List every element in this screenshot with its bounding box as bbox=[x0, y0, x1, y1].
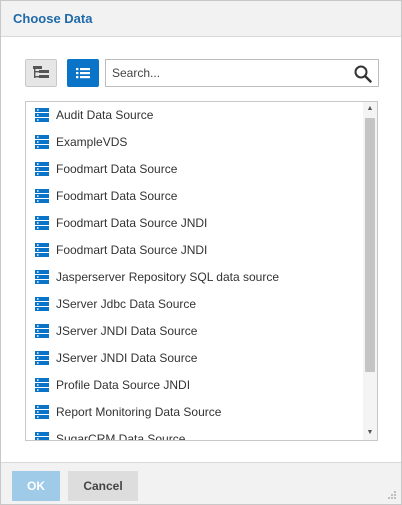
cancel-button[interactable]: Cancel bbox=[68, 471, 138, 501]
data-source-icon bbox=[35, 135, 49, 149]
data-source-icon bbox=[35, 108, 49, 122]
dialog-titlebar[interactable]: Choose Data bbox=[1, 1, 401, 37]
list-item-label: JServer JNDI Data Source bbox=[56, 324, 198, 338]
list-item-label: Audit Data Source bbox=[56, 108, 154, 122]
ok-button[interactable]: OK bbox=[12, 471, 60, 501]
scroll-up-icon[interactable]: ▲ bbox=[363, 102, 377, 116]
list-item-label: JServer Jdbc Data Source bbox=[56, 297, 197, 311]
data-source-icon bbox=[35, 162, 49, 176]
choose-data-dialog: Choose Data Search... Audit Data Source … bbox=[0, 0, 402, 505]
list-item-label: Profile Data Source JNDI bbox=[56, 378, 191, 392]
data-source-icon bbox=[35, 189, 49, 203]
search-box bbox=[105, 59, 379, 87]
data-source-icon bbox=[35, 270, 49, 284]
data-source-icon bbox=[35, 216, 49, 230]
list-item-label: SugarCRM Data Source bbox=[56, 432, 186, 440]
toolbar bbox=[25, 59, 379, 87]
list-item[interactable]: SugarCRM Data Source bbox=[26, 426, 363, 440]
data-source-icon bbox=[35, 405, 49, 419]
data-source-list[interactable]: Audit Data Source ExampleVDS Foodmart Data… bbox=[25, 101, 378, 441]
list-item-label: Report Monitoring Data Source bbox=[56, 405, 222, 419]
list-view-icon bbox=[76, 68, 90, 79]
list-item-label: Foodmart Data Source JNDI bbox=[56, 216, 208, 230]
resize-grip-icon[interactable] bbox=[387, 490, 397, 500]
data-source-icon bbox=[35, 351, 49, 365]
data-source-icon bbox=[35, 378, 49, 392]
list-item-label: Foodmart Data Source bbox=[56, 189, 178, 203]
tree-view-button[interactable] bbox=[25, 59, 57, 87]
magnifier-icon[interactable] bbox=[354, 65, 372, 83]
dialog-footer: OK Cancel bbox=[1, 462, 401, 504]
data-source-items: Audit Data Source ExampleVDS Foodmart Data… bbox=[26, 102, 363, 440]
list-view-button[interactable] bbox=[67, 59, 99, 87]
list-item[interactable]: Foodmart Data Source JNDI bbox=[26, 237, 363, 264]
list-item-label: JServer JNDI Data Source bbox=[56, 351, 198, 365]
list-item[interactable]: Foodmart Data Source JNDI bbox=[26, 210, 363, 237]
list-item[interactable]: Profile Data Source JNDI bbox=[26, 372, 363, 399]
search-input[interactable] bbox=[106, 60, 346, 86]
scrollbar-thumb[interactable] bbox=[365, 118, 375, 372]
scrollbar[interactable]: ▲ ▼ bbox=[363, 102, 377, 440]
dialog-title: Choose Data bbox=[13, 11, 93, 26]
list-item[interactable]: JServer JNDI Data Source bbox=[26, 345, 363, 372]
data-source-icon bbox=[35, 243, 49, 257]
list-item[interactable]: JServer Jdbc Data Source bbox=[26, 291, 363, 318]
scroll-down-icon[interactable]: ▼ bbox=[363, 426, 377, 440]
list-item-label: Foodmart Data Source bbox=[56, 162, 178, 176]
list-item[interactable]: Foodmart Data Source bbox=[26, 183, 363, 210]
list-item[interactable]: ExampleVDS bbox=[26, 129, 363, 156]
data-source-icon bbox=[35, 297, 49, 311]
list-item[interactable]: Report Monitoring Data Source bbox=[26, 399, 363, 426]
list-item-label: ExampleVDS bbox=[56, 135, 128, 149]
tree-view-icon bbox=[33, 66, 49, 78]
list-item-label: Foodmart Data Source JNDI bbox=[56, 243, 208, 257]
list-item[interactable]: Jasperserver Repository SQL data source bbox=[26, 264, 363, 291]
list-item[interactable]: Foodmart Data Source bbox=[26, 156, 363, 183]
list-item[interactable]: JServer JNDI Data Source bbox=[26, 318, 363, 345]
data-source-icon bbox=[35, 324, 49, 338]
list-item-label: Jasperserver Repository SQL data source bbox=[56, 270, 279, 284]
list-item[interactable]: Audit Data Source bbox=[26, 102, 363, 129]
data-source-icon bbox=[35, 432, 49, 440]
